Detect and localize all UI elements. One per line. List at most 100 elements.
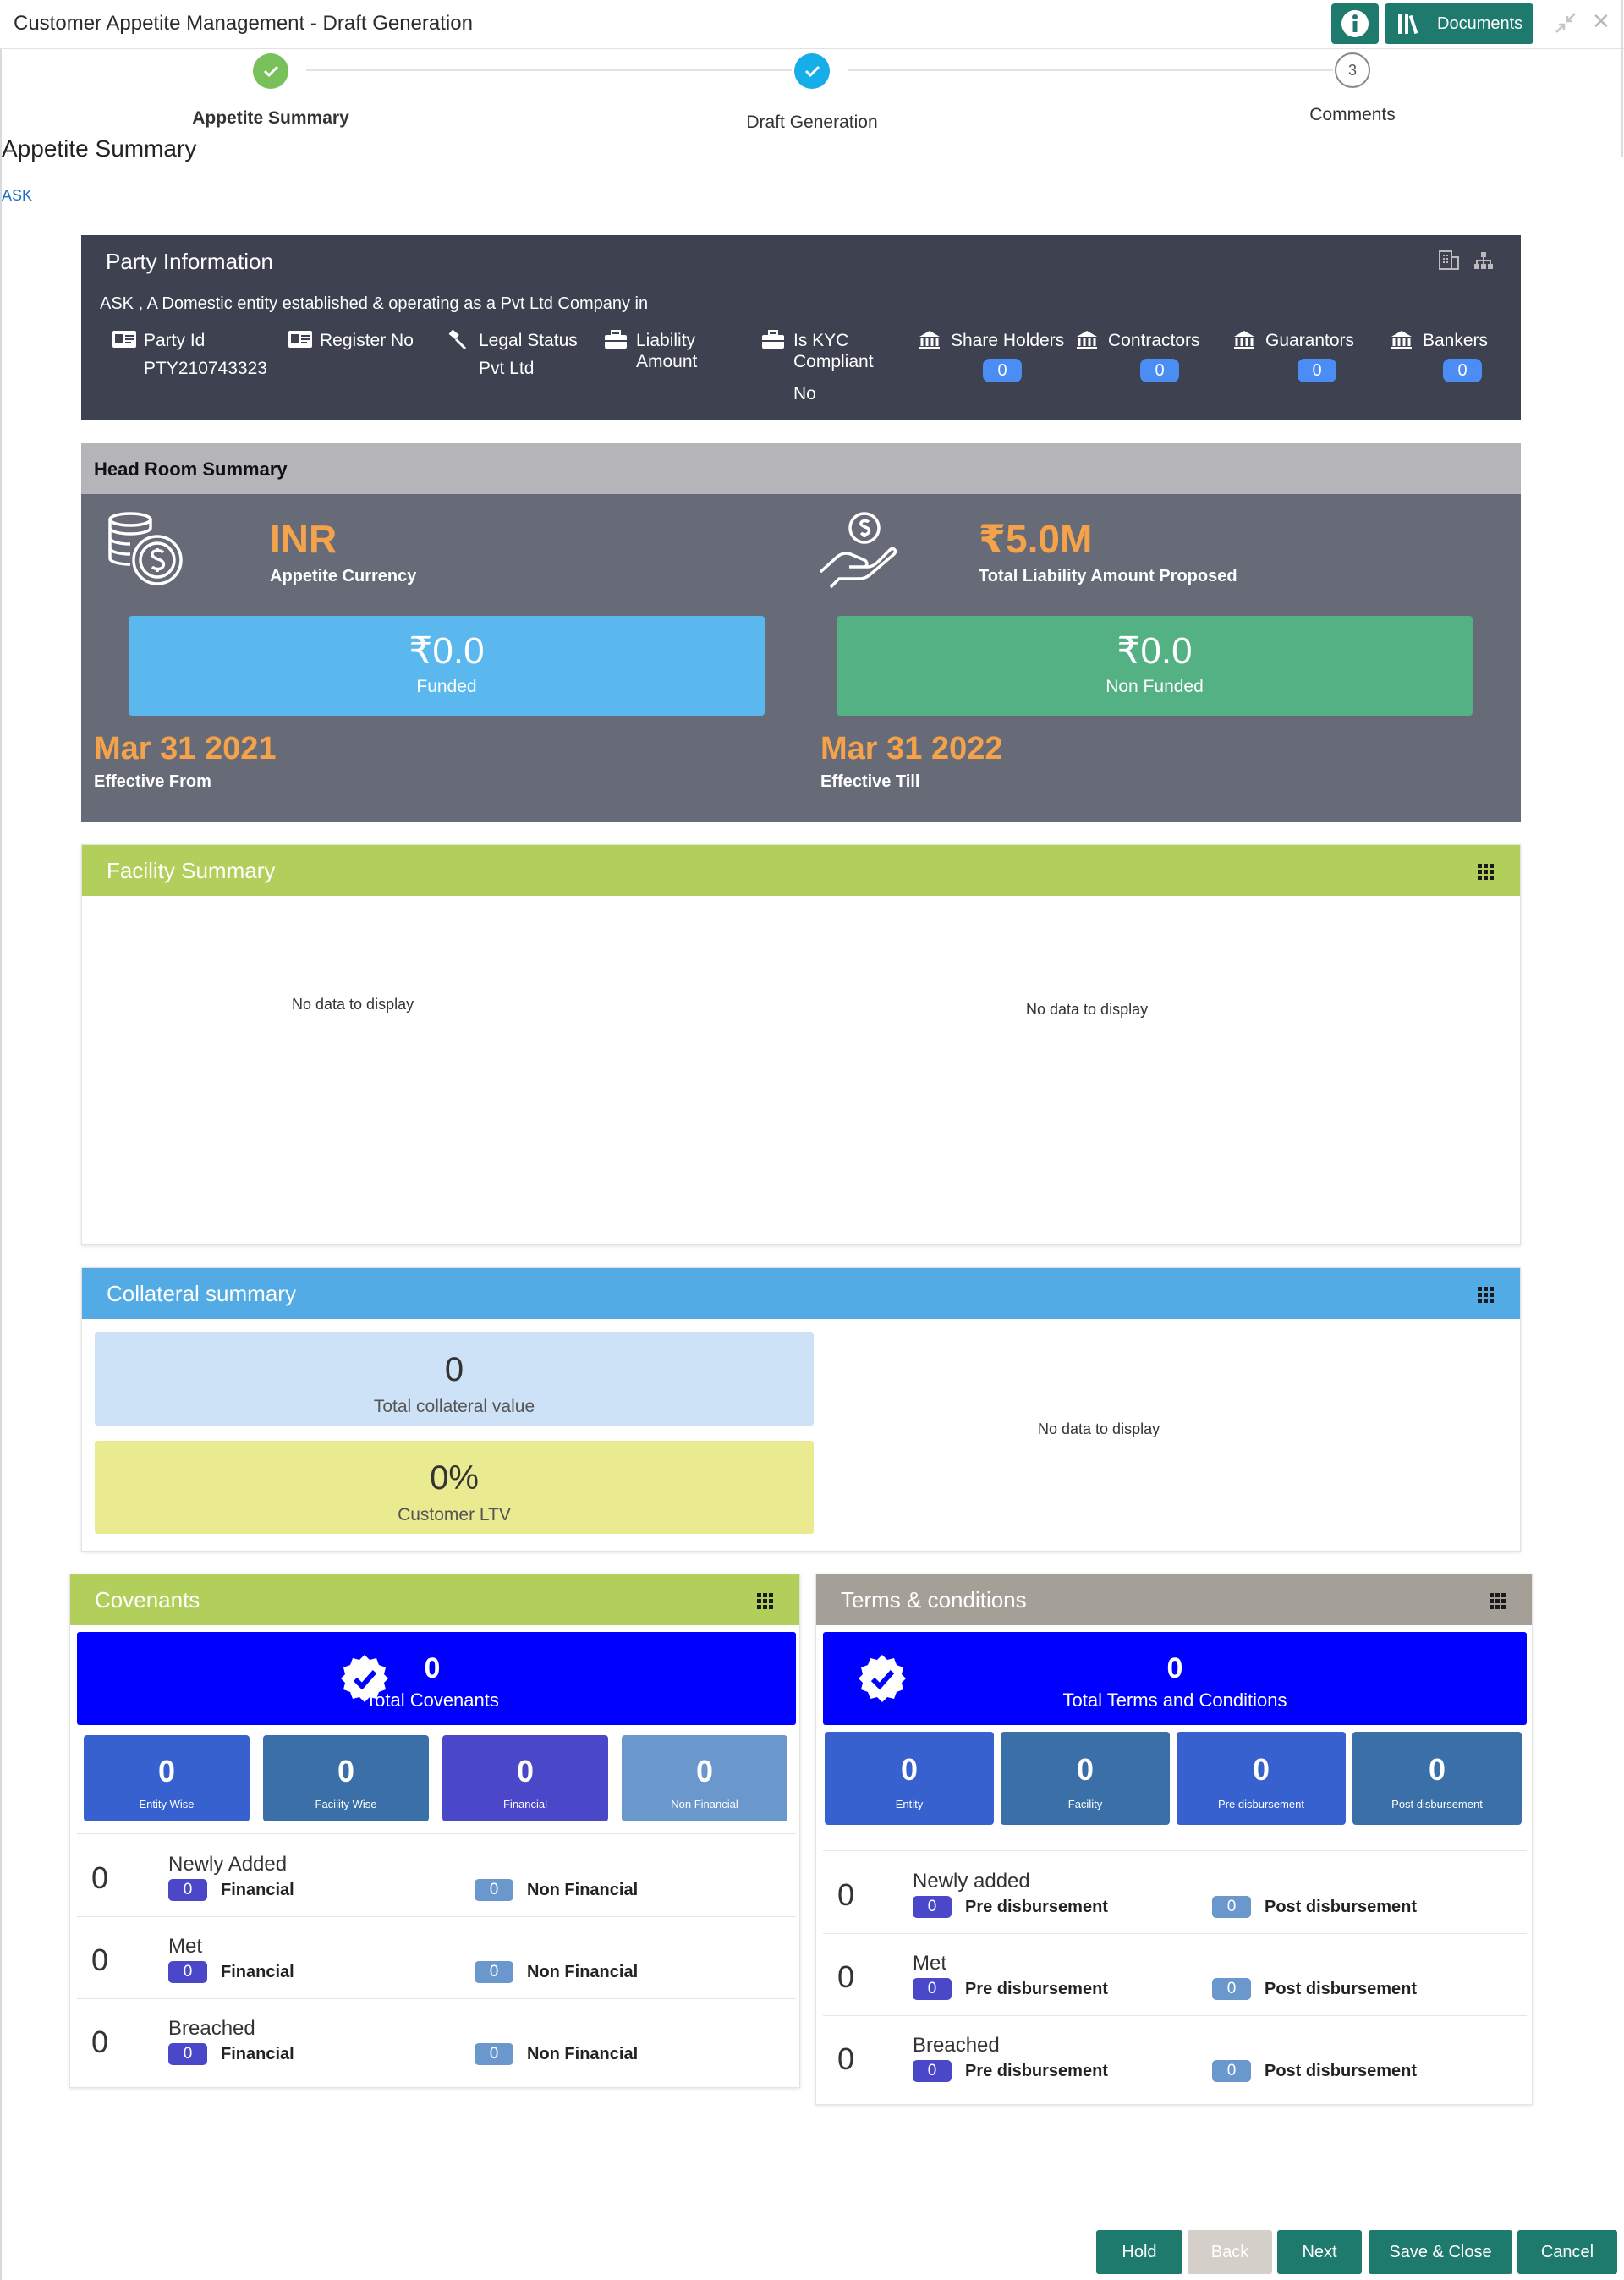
step-2-label[interactable]: Draft Generation (685, 113, 939, 133)
tile-facility[interactable]: 0 Facility (1001, 1732, 1170, 1825)
row-pill-label: Pre disbursement (965, 1898, 1108, 1916)
next-button[interactable]: Next (1277, 2230, 1362, 2274)
row-count: 0 (837, 1959, 855, 1994)
minimize-button[interactable] (1555, 12, 1577, 38)
bankers-label: Bankers (1423, 331, 1489, 350)
tile-value: 0 (337, 1754, 355, 1788)
hierarchy-icon[interactable] (1473, 250, 1494, 271)
row-title: Newly Added (168, 1853, 288, 1876)
row-count-pill: 0 (1212, 1896, 1251, 1918)
tile-pre-disbursement[interactable]: 0 Pre disbursement (1177, 1732, 1346, 1825)
row-count: 0 (91, 2025, 109, 2059)
terms-conditions-title: Terms & conditions (841, 1587, 1027, 1612)
row-pill-label: Post disbursement (1265, 1980, 1418, 1998)
bank-icon (1391, 331, 1412, 349)
row-divider (823, 1933, 1527, 1934)
tile-label: Entity Wise (139, 1798, 195, 1810)
info-button[interactable] (1331, 3, 1379, 44)
collateral-nodata: No data to display (1038, 1420, 1160, 1437)
legal-status-value: Pvt Ltd (479, 359, 535, 378)
appetite-currency-value: INR (270, 517, 337, 561)
coins-dollar-icon (108, 512, 183, 585)
total-covenants-value: 0 (424, 1652, 441, 1684)
row-title: Breached (913, 2034, 1000, 2057)
party-information-card: Party Information ASK , A Domestic entit… (81, 235, 1521, 420)
row-pill-label: Post disbursement (1265, 2062, 1418, 2080)
step-2-circle[interactable] (794, 53, 830, 89)
title-bar: Customer Appetite Management - Draft Gen… (0, 0, 1624, 49)
close-icon: ✕ (1592, 8, 1610, 34)
row-count-pill: 0 (1212, 2060, 1251, 2082)
non-funded-box: ₹0.0 Non Funded (837, 616, 1473, 716)
grid-icon[interactable] (1478, 864, 1495, 881)
tile-entity[interactable]: 0 Entity (825, 1732, 994, 1825)
row-count-pill: 0 (475, 1961, 513, 1983)
save-close-button[interactable]: Save & Close (1369, 2230, 1512, 2274)
tile-entity-wise[interactable]: 0 Entity Wise (84, 1735, 250, 1821)
documents-button[interactable]: Documents (1385, 3, 1533, 44)
legal-status-label: Legal Status (479, 331, 578, 350)
grid-icon[interactable] (1490, 1593, 1506, 1610)
party-description: ASK , A Domestic entity established & op… (100, 294, 649, 313)
total-terms-value: 0 (1166, 1652, 1183, 1684)
tile-value: 0 (157, 1754, 176, 1788)
tile-label: Post disbursement (1391, 1798, 1483, 1810)
guarantors-label: Guarantors (1265, 331, 1355, 350)
step-3-circle[interactable]: 3 (1335, 52, 1370, 88)
verified-badge-icon (859, 1655, 906, 1702)
hold-button[interactable]: Hold (1096, 2230, 1182, 2274)
terms-conditions-header: Terms & conditions (816, 1574, 1532, 1625)
id-card-icon (288, 331, 312, 348)
facility-nodata-left: No data to display (292, 996, 414, 1013)
grid-icon[interactable] (1478, 1287, 1495, 1304)
step-1-label[interactable]: Appetite Summary (144, 108, 398, 129)
row-count-pill: 0 (168, 1961, 207, 1983)
check-icon (804, 65, 820, 78)
tile-value: 0 (516, 1754, 535, 1788)
total-collateral-box: 0 Total collateral value (95, 1332, 814, 1426)
share-holders-label: Share Holders (951, 331, 1065, 350)
headroom-header: Head Room Summary (81, 443, 1521, 494)
tile-value: 0 (1076, 1752, 1095, 1787)
row-count-pill: 0 (168, 1879, 207, 1901)
row-pill-label: Non Financial (527, 1963, 639, 1981)
cancel-button[interactable]: Cancel (1517, 2230, 1617, 2274)
funded-label: Funded (416, 677, 477, 696)
effective-from-value: Mar 31 2021 (94, 731, 277, 766)
row-pill-label: Financial (221, 2045, 294, 2063)
close-button[interactable]: ✕ (1592, 10, 1610, 32)
step-1-circle[interactable] (253, 53, 288, 89)
collateral-summary-card: Collateral summary 0 Total collateral va… (81, 1267, 1521, 1552)
row-pill-label: Non Financial (527, 2045, 639, 2063)
back-button[interactable]: Back (1188, 2230, 1272, 2274)
section-title: Appetite Summary (2, 135, 197, 162)
total-collateral-label: Total collateral value (373, 1397, 535, 1416)
step-connector (848, 69, 1333, 71)
tile-label: Facility (1067, 1798, 1103, 1810)
bank-icon (1234, 331, 1254, 349)
library-icon (1398, 14, 1418, 35)
row-count: 0 (837, 1877, 855, 1912)
effective-till-value: Mar 31 2022 (820, 731, 1003, 766)
tile-post-disbursement[interactable]: 0 Post disbursement (1352, 1732, 1522, 1825)
grid-icon[interactable] (757, 1593, 774, 1610)
tile-non-financial[interactable]: 0 Non Financial (622, 1735, 787, 1821)
appetite-currency-label: Appetite Currency (270, 567, 417, 585)
row-count-pill: 0 (475, 2043, 513, 2065)
window-edge (1621, 0, 1623, 157)
party-link[interactable]: ASK (2, 187, 32, 205)
row-count-pill: 0 (913, 2060, 952, 2082)
row-count: 0 (91, 1860, 109, 1895)
kyc-value: No (793, 384, 816, 404)
customer-ltv-label: Customer LTV (398, 1505, 511, 1525)
step-3-label[interactable]: Comments (1226, 105, 1479, 125)
party-information-title: Party Information (106, 249, 273, 274)
building-icon[interactable] (1438, 249, 1460, 271)
tile-financial[interactable]: 0 Financial (442, 1735, 608, 1821)
customer-ltv-value: 0% (430, 1459, 479, 1497)
customer-ltv-box: 0% Customer LTV (95, 1441, 814, 1534)
register-no-label: Register No (320, 331, 414, 350)
tile-facility-wise[interactable]: 0 Facility Wise (263, 1735, 429, 1821)
row-divider (77, 1833, 796, 1834)
facility-summary-title: Facility Summary (107, 858, 276, 883)
